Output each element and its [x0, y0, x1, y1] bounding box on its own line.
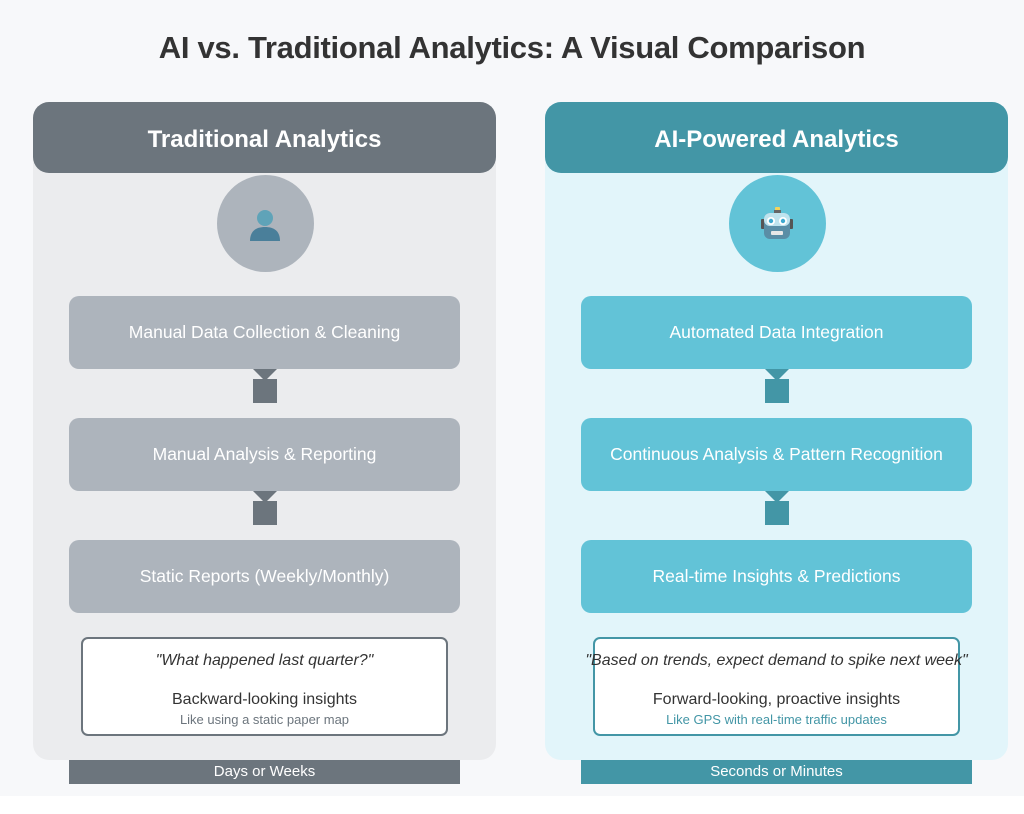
ai-step-2: Continuous Analysis & Pattern Recognitio… — [581, 418, 972, 491]
ai-timeframe-bar: Seconds or Minutes — [581, 760, 972, 784]
ai-avatar — [728, 175, 826, 272]
arrow-block — [252, 379, 277, 403]
ai-insight-main: Forward-looking, proactive insights — [652, 691, 901, 708]
ai-panel: AI-Powered Analytics Automated Data Inte… — [545, 102, 1008, 760]
traditional-step-3: Static Reports (Weekly/Monthly) — [69, 540, 460, 613]
ai-quote: "Based on trends, expect demand to spike… — [585, 652, 968, 669]
traditional-avatar — [216, 175, 314, 272]
traditional-insight-main: Backward-looking insights — [172, 691, 357, 708]
traditional-insight-box: "What happened last quarter?" Backward-l… — [81, 637, 448, 736]
traditional-step-2: Manual Analysis & Reporting — [69, 418, 460, 491]
traditional-timeframe-bar: Days or Weeks — [69, 760, 460, 784]
traditional-arrow-1 — [252, 369, 277, 403]
traditional-step-1: Manual Data Collection & Cleaning — [69, 296, 460, 369]
traditional-panel: Traditional Analytics Manual Data Collec… — [33, 102, 496, 760]
ai-header: AI-Powered Analytics — [545, 102, 1008, 173]
traditional-header: Traditional Analytics — [33, 102, 496, 173]
traditional-quote: "What happened last quarter?" — [155, 652, 374, 669]
ai-insight-analogy: Like GPS with real-time traffic updates — [666, 712, 887, 727]
page-title: AI vs. Traditional Analytics: A Visual C… — [158, 30, 866, 65]
traditional-arrow-2 — [252, 491, 277, 525]
ai-step-3: Real-time Insights & Predictions — [581, 540, 972, 613]
arrow-block — [764, 501, 789, 525]
robot-icon — [761, 206, 793, 239]
ai-arrow-1 — [764, 369, 789, 403]
traditional-insight-analogy: Like using a static paper map — [179, 712, 350, 727]
diagram-canvas: AI vs. Traditional Analytics: A Visual C… — [0, 0, 1024, 796]
ai-arrow-2 — [764, 491, 789, 525]
ai-insight-box: "Based on trends, expect demand to spike… — [585, 637, 968, 736]
arrow-block — [252, 501, 277, 525]
arrow-block — [764, 379, 789, 403]
person-silhouette-icon — [250, 209, 280, 241]
ai-step-1: Automated Data Integration — [581, 296, 972, 369]
